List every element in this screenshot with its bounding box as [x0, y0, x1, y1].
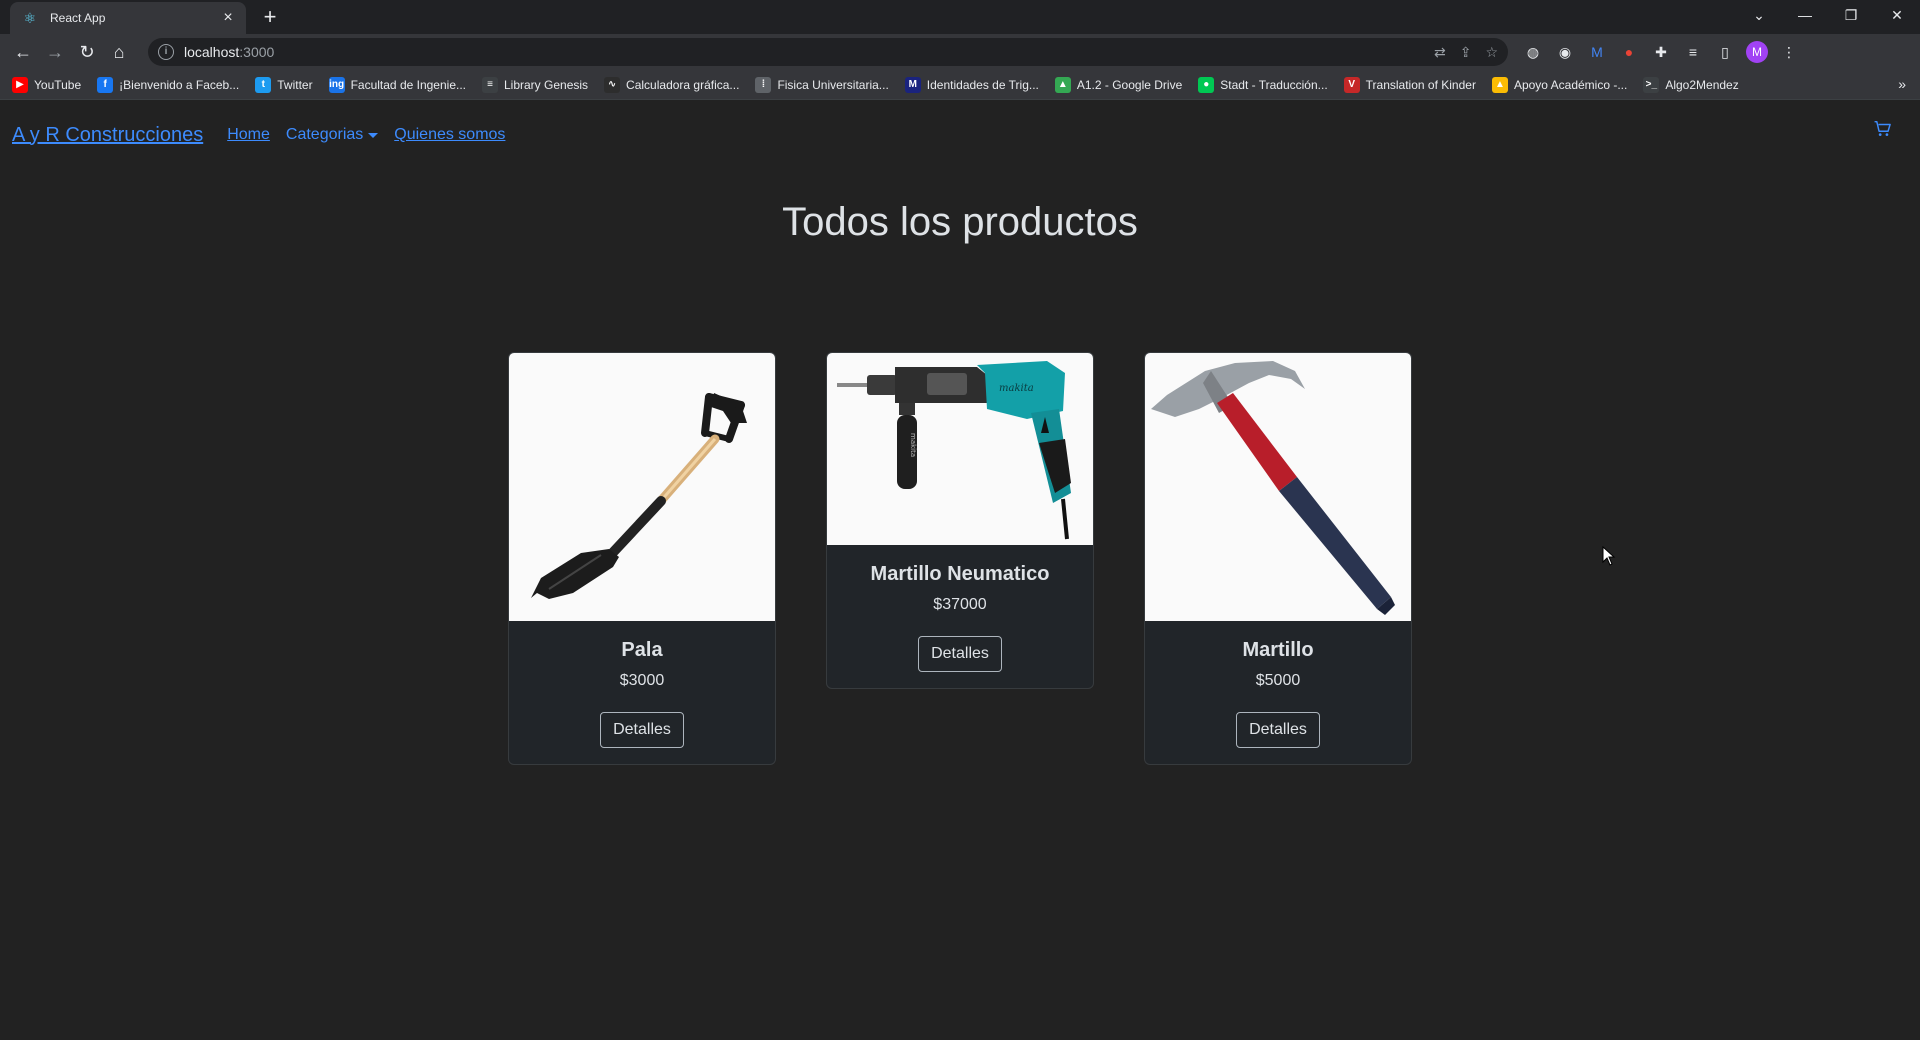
reading-list-icon[interactable]: ≡ [1682, 41, 1704, 63]
extension-icon[interactable]: ◉ [1554, 41, 1576, 63]
close-tab-icon[interactable]: × [218, 8, 238, 28]
profile-avatar[interactable]: M [1746, 41, 1768, 63]
dict-icon: V [1343, 76, 1360, 93]
forward-icon[interactable]: → [40, 37, 70, 67]
svg-text:makita: makita [999, 383, 1034, 394]
extension-icon[interactable]: ● [1618, 41, 1640, 63]
detalles-button[interactable]: Detalles [918, 636, 1002, 672]
restore-button[interactable]: ❐ [1828, 0, 1874, 30]
product-price: $3000 [619, 672, 665, 689]
more-bookmarks-icon[interactable]: » [1898, 76, 1906, 92]
facebook-icon: f [97, 76, 114, 93]
menu-kebab-icon[interactable]: ⋮ [1778, 41, 1800, 63]
detalles-button[interactable]: Detalles [1236, 712, 1320, 748]
brand-link[interactable]: A y R Construcciones [12, 124, 203, 147]
tab-search-icon[interactable]: ⌄ [1736, 0, 1782, 30]
bookmark-label: Twitter [277, 77, 313, 92]
tab-title: React App [50, 11, 106, 25]
address-bar[interactable]: i localhost:3000 ⇄ ⇪ ☆ [148, 38, 1508, 66]
hammer-image [1145, 353, 1411, 621]
extension-icon[interactable]: ◍ [1522, 41, 1544, 63]
site-navbar: A y R Construcciones Home Categorias Qui… [0, 100, 1920, 170]
side-panel-icon[interactable]: ▯ [1714, 41, 1736, 63]
fiuba-icon: ing [328, 76, 345, 93]
bookmarks-bar: ▶ YouTube f ¡Bienvenido a Faceb... t Twitter i… [0, 70, 1920, 100]
new-tab-button[interactable]: + [258, 6, 282, 30]
product-name: Pala [621, 639, 663, 661]
reload-icon[interactable]: ↻ [72, 37, 102, 67]
share-icon[interactable]: ⇪ [1460, 44, 1472, 61]
bookmark-item[interactable]: ▶ YouTube [12, 76, 82, 93]
bookmark-label: Algo2Mendez [1665, 77, 1739, 92]
bookmark-item[interactable]: ● Stadt - Traducción... [1198, 76, 1328, 93]
svg-text:makita: makita [909, 433, 917, 457]
bookmark-label: Apoyo Académico -... [1513, 77, 1628, 92]
tab-strip: ⚛ React App × + ⌄ — ❐ ✕ [0, 0, 1920, 34]
bookmark-label: Translation of Kinder [1365, 77, 1476, 92]
tab-react-app[interactable]: ⚛ React App × [10, 2, 246, 34]
nav-categorias-dropdown[interactable]: Categorias [285, 126, 379, 144]
bookmark-item[interactable]: M Identidades de Trig... [904, 76, 1039, 93]
bookmark-item[interactable]: ▲ A1.2 - Google Drive [1054, 76, 1183, 93]
bookmark-item[interactable]: ing Facultad de Ingenie... [328, 76, 466, 93]
youtube-icon: ▶ [12, 76, 28, 93]
product-card: Martillo $5000 Detalles [1144, 352, 1412, 765]
nav-categorias-label: Categorias [285, 126, 364, 143]
cart-icon[interactable] [1874, 120, 1892, 138]
desmos-icon: ∿ [604, 76, 621, 93]
page-title: Todos los productos [782, 200, 1138, 244]
twitter-icon: t [255, 76, 272, 93]
puzzle-icon[interactable]: ✚ [1650, 41, 1672, 63]
bookmark-label: Library Genesis [504, 77, 589, 92]
bookmark-label: Fisica Universitaria... [777, 77, 889, 92]
minimize-button[interactable]: — [1782, 0, 1828, 30]
bookmark-label: Calculadora gráfica... [626, 77, 740, 92]
nav-home-link[interactable]: Home [227, 126, 270, 144]
bookmark-label: Facultad de Ingenie... [350, 77, 466, 92]
dot-icon: ● [1198, 76, 1215, 93]
translate-icon[interactable]: ⇄ [1434, 44, 1446, 61]
close-window-button[interactable]: ✕ [1874, 0, 1920, 30]
grid-icon: ⁞ [755, 76, 772, 93]
product-card: Pala $3000 Detalles [508, 352, 776, 765]
terminal-icon: >_ [1643, 76, 1660, 93]
rotary-hammer-image: makita makita [827, 353, 1093, 545]
site-info-icon[interactable]: i [158, 44, 174, 60]
nav-quienes-somos-link[interactable]: Quienes somos [394, 126, 505, 144]
bookmark-item[interactable]: ≡ Library Genesis [482, 76, 589, 93]
bookmark-item[interactable]: >_ Algo2Mendez [1643, 76, 1739, 93]
bookmark-item[interactable]: ⁞ Fisica Universitaria... [755, 76, 889, 93]
product-name: Martillo [1242, 639, 1314, 661]
drive-icon: ▲ [1054, 76, 1071, 93]
product-price: $5000 [1255, 672, 1301, 689]
libgen-icon: ≡ [482, 76, 498, 93]
url-text: localhost:3000 [184, 44, 275, 60]
bookmark-label: YouTube [34, 77, 82, 92]
shovel-image [509, 353, 775, 621]
bookmark-label: ¡Bienvenido a Faceb... [119, 77, 240, 92]
detalles-button[interactable]: Detalles [600, 712, 684, 748]
bookmark-item[interactable]: ▲ Apoyo Académico -... [1491, 76, 1628, 93]
product-card: makita makita Martillo Neumatico $37000 … [826, 352, 1094, 689]
bookmark-item[interactable]: V Translation of Kinder [1343, 76, 1476, 93]
home-icon[interactable]: ⌂ [104, 37, 134, 67]
drive-icon: ▲ [1491, 76, 1508, 93]
bookmark-label: A1.2 - Google Drive [1076, 77, 1183, 92]
bookmark-item[interactable]: ∿ Calculadora gráfica... [604, 76, 740, 93]
bookmark-label: Identidades de Trig... [926, 77, 1039, 92]
react-icon: ⚛ [23, 10, 37, 26]
bookmark-item[interactable]: f ¡Bienvenido a Faceb... [97, 76, 240, 93]
bookmark-label: Stadt - Traducción... [1220, 77, 1328, 92]
product-name: Martillo Neumatico [870, 563, 1050, 585]
bookmark-star-icon[interactable]: ☆ [1485, 44, 1498, 61]
page-content: A y R Construcciones Home Categorias Qui… [0, 100, 1920, 1040]
mouse-cursor-icon [1602, 546, 1616, 566]
browser-toolbar: ← → ↻ ⌂ i localhost:3000 ⇄ ⇪ ☆ ◍ ◉ M ● ✚… [0, 34, 1920, 70]
bookmark-item[interactable]: t Twitter [255, 76, 313, 93]
back-icon[interactable]: ← [8, 37, 38, 67]
product-price: $37000 [933, 596, 987, 613]
extension-icon[interactable]: M [1586, 41, 1608, 63]
caret-down-icon [368, 132, 379, 138]
m-icon: M [904, 76, 921, 93]
